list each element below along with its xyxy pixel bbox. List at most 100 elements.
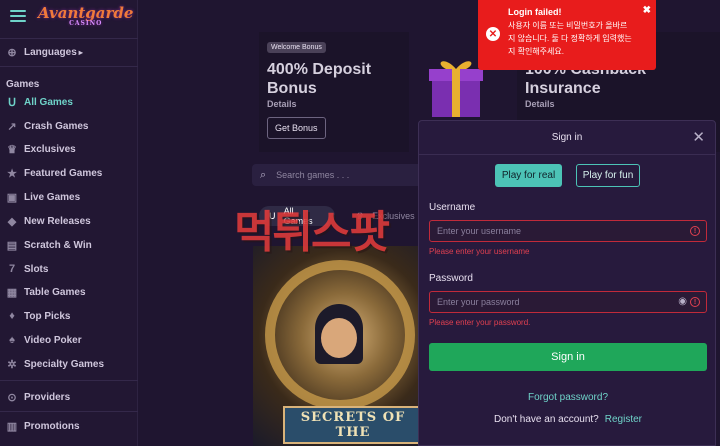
search-placeholder: Search games . . . <box>276 170 350 180</box>
toast-close-icon[interactable]: ✖ <box>643 5 651 16</box>
gear-icon: ✲ <box>7 358 17 371</box>
table-icon: ▦ <box>6 286 18 299</box>
game-thumbnail[interactable]: SECRETS OF THE <box>253 246 419 446</box>
providers-icon: ⊙ <box>7 391 17 404</box>
sidebar-item-top-picks[interactable]: ♦ Top Picks <box>6 310 71 322</box>
no-account-text: Don't have an account? <box>493 414 599 425</box>
eye-icon[interactable]: ◉ <box>678 297 687 307</box>
sidebar-item-label: Live Games <box>24 191 81 203</box>
star-icon: ★ <box>7 167 17 180</box>
languages-label: Languages <box>24 46 77 58</box>
cards-icon: ♠ <box>9 334 15 346</box>
seven-icon: 7 <box>8 263 16 275</box>
sidebar-item-exclusives[interactable]: ♛ Exclusives <box>6 143 76 156</box>
password-error: Please enter your password. <box>429 318 531 327</box>
sidebar-item-label: Video Poker <box>24 334 82 346</box>
sidebar: Avantgarde CASINO ⊕ Languages ▸ Games Ս Al… <box>0 0 138 446</box>
scratch-icon: ▤ <box>6 239 18 252</box>
new-icon: ◆ <box>7 215 17 228</box>
sidebar-item-label: Slots <box>24 263 49 275</box>
sidebar-item-label: Providers <box>24 391 71 403</box>
promo-card-deposit-bonus: Welcome Bonus 400% Deposit Bonus Details… <box>259 32 409 152</box>
promo-title: 400% Deposit Bonus <box>267 61 372 97</box>
promo-badge: Welcome Bonus <box>267 42 326 53</box>
hamburger-menu-icon[interactable] <box>10 10 26 22</box>
sidebar-item-featured-games[interactable]: ★ Featured Games <box>6 167 103 180</box>
divider <box>0 66 138 67</box>
gift-box-icon <box>429 61 483 117</box>
topbar-left: Avantgarde CASINO <box>0 0 138 32</box>
horseshoe-icon: Ս <box>269 210 276 221</box>
gift-icon: ▥ <box>6 420 18 433</box>
logo[interactable]: Avantgarde CASINO <box>38 3 134 27</box>
sidebar-item-new-releases[interactable]: ◆ New Releases <box>6 215 91 228</box>
sidebar-item-label: All Games <box>24 96 73 108</box>
sidebar-item-video-poker[interactable]: ♠ Video Poker <box>6 334 82 346</box>
game-title: SECRETS OF THE <box>283 406 419 444</box>
sidebar-item-slots[interactable]: 7 Slots <box>6 263 49 275</box>
languages-selector[interactable]: ⊕ Languages ▸ <box>6 46 83 59</box>
sidebar-item-promotions[interactable]: ▥ Promotions <box>6 420 80 433</box>
close-icon[interactable]: ✕ <box>692 130 705 145</box>
rocket-icon: ↗ <box>7 120 17 133</box>
username-error: Please enter your username <box>429 247 530 256</box>
username-placeholder: Enter your username <box>437 226 522 236</box>
horseshoe-icon: Ս <box>7 96 17 109</box>
signin-modal: Sign in ✕ Play for real Play for fun Use… <box>418 120 716 446</box>
filter-exclusives[interactable]: ♛ Exclusives <box>346 206 420 226</box>
username-label: Username <box>429 202 476 213</box>
play-for-fun-button[interactable]: Play for fun <box>576 164 640 187</box>
game-art-face <box>321 318 357 358</box>
logo-text: Avantgarde <box>38 3 134 22</box>
search-icon: ⌕ <box>260 168 267 181</box>
sidebar-item-all-games[interactable]: Ս All Games <box>6 96 73 109</box>
sidebar-item-live-games[interactable]: ▣ Live Games <box>6 191 81 204</box>
promo-details-link[interactable]: Details <box>525 99 555 109</box>
error-circle-icon: ! <box>690 297 700 307</box>
sidebar-item-label: Scratch & Win <box>24 239 92 251</box>
filter-all-games[interactable]: Ս All Games <box>259 206 335 226</box>
sidebar-item-label: Specialty Games <box>24 358 105 370</box>
sidebar-item-label: Promotions <box>24 420 80 432</box>
sidebar-item-providers[interactable]: ⊙ Providers <box>6 391 71 404</box>
toast-title: Login failed! <box>508 7 562 17</box>
error-circle-icon: ! <box>690 226 700 236</box>
sidebar-item-specialty-games[interactable]: ✲ Specialty Games <box>6 358 105 371</box>
live-icon: ▣ <box>6 191 18 204</box>
password-label: Password <box>429 273 473 284</box>
register-link[interactable]: Register <box>605 414 642 425</box>
register-row: Don't have an account? Register <box>419 414 717 425</box>
search-input[interactable]: ⌕ Search games . . . <box>252 164 422 186</box>
promo-details-link[interactable]: Details <box>267 99 297 109</box>
crown-icon: ♛ <box>356 210 365 221</box>
error-toast: ✕ Login failed! 사용자 이름 또는 비밀번호가 올바르지 않습니… <box>478 0 656 70</box>
crown-icon: ♛ <box>7 143 17 156</box>
caret-right-icon: ▸ <box>78 47 83 57</box>
play-for-real-button[interactable]: Play for real <box>495 164 562 187</box>
globe-icon: ⊕ <box>7 46 17 59</box>
divider <box>0 38 138 39</box>
modal-header: Sign in ✕ <box>419 121 715 155</box>
get-bonus-button[interactable]: Get Bonus <box>267 117 326 139</box>
sidebar-item-label: Exclusives <box>24 143 76 155</box>
toast-message: 사용자 이름 또는 비밀번호가 올바르지 않습니다. 둘 다 정확하게 입력했는… <box>508 21 632 56</box>
filter-label: Exclusives <box>372 211 415 221</box>
error-icon: ✕ <box>486 27 500 41</box>
filter-label: All Games <box>283 206 313 226</box>
sidebar-item-label: Featured Games <box>24 167 103 179</box>
signin-button[interactable]: Sign in <box>429 343 707 371</box>
sidebar-item-label: New Releases <box>24 215 91 227</box>
sidebar-item-label: Crash Games <box>24 120 89 132</box>
thumbs-up-icon: ♦ <box>9 310 15 322</box>
forgot-password-link[interactable]: Forgot password? <box>419 392 717 403</box>
divider <box>0 411 138 412</box>
sidebar-item-crash-games[interactable]: ↗ Crash Games <box>6 120 89 133</box>
password-field[interactable]: Enter your password ◉ ! <box>429 291 707 313</box>
modal-title: Sign in <box>551 132 583 143</box>
sidebar-item-table-games[interactable]: ▦ Table Games <box>6 286 86 299</box>
username-field[interactable]: Enter your username ! <box>429 220 707 242</box>
sidebar-item-label: Top Picks <box>24 310 71 322</box>
sidebar-item-scratch-win[interactable]: ▤ Scratch & Win <box>6 239 92 252</box>
divider <box>0 380 138 381</box>
games-heading: Games <box>6 79 40 90</box>
